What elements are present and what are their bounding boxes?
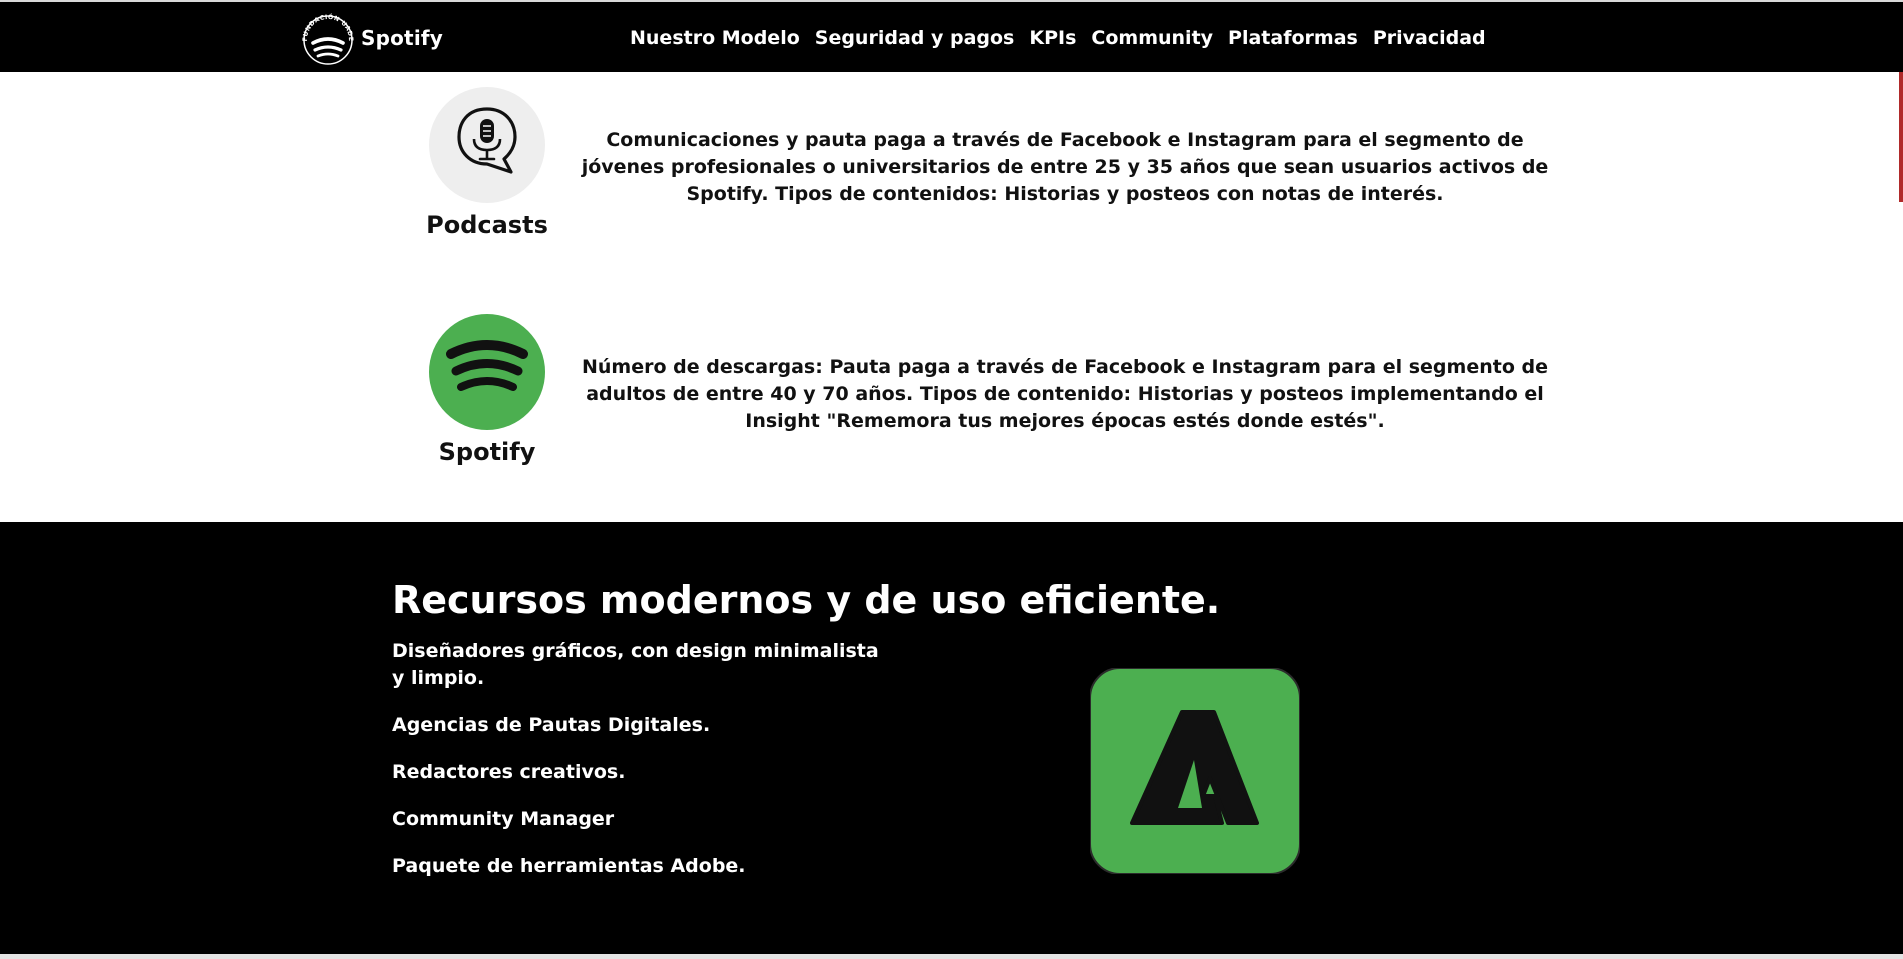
fundacion-uade-logo-icon: FUNDACIÓN UADE: [302, 12, 354, 65]
nav-item: Nuestro Modelo: [630, 27, 800, 49]
adobe-icon: [1090, 668, 1300, 874]
edge-divider: [1899, 72, 1903, 202]
spotify-logo-svg: [446, 340, 528, 391]
channel-title-podcasts: Podcasts: [426, 211, 548, 239]
resources-title: Recursos modernos y de uso eficiente.: [392, 578, 1221, 622]
brand-name: Spotify: [361, 26, 444, 50]
main-nav: Nuestro Modelo Seguridad y pagos KPIs Co…: [630, 2, 1501, 74]
podcast-microphone-icon: [429, 87, 545, 203]
channels-section: Podcasts Comunicaciones y pauta paga a t…: [0, 72, 1903, 522]
resource-item: Agencias de Pautas Digitales.: [392, 714, 711, 736]
resource-item: Community Manager: [392, 808, 615, 830]
nav-item: Seguridad y pagos: [815, 27, 1015, 49]
nav-link-nuestro-modelo[interactable]: Nuestro Modelo: [630, 27, 800, 49]
nav-link-community[interactable]: Community: [1091, 27, 1213, 49]
nav-item: KPIs: [1029, 27, 1076, 49]
resource-item: Paquete de herramientas Adobe.: [392, 855, 746, 877]
nav-link-seguridad-y-pagos[interactable]: Seguridad y pagos: [815, 27, 1015, 49]
podcast-microphone-svg: [457, 107, 517, 174]
channel-description-spotify: Número de descargas: Pauta paga a través…: [582, 356, 1548, 432]
bottom-edge-strip: [0, 954, 1903, 959]
resources-list: Diseñadores gráficos, con design minimal…: [392, 638, 882, 900]
top-navbar: FUNDACIÓN UADE Spotify Nuestro Modelo Se…: [0, 0, 1903, 72]
channel-title-spotify: Spotify: [438, 438, 536, 466]
nav-item: Privacidad: [1373, 27, 1486, 49]
nav-link-kpis[interactable]: KPIs: [1029, 27, 1076, 49]
resource-item: Redactores creativos.: [392, 761, 626, 783]
spotify-logo-icon: [429, 314, 545, 430]
nav-link-plataformas[interactable]: Plataformas: [1228, 27, 1358, 49]
nav-item: Community: [1091, 27, 1213, 49]
brand-link[interactable]: FUNDACIÓN UADE Spotify: [300, 10, 443, 66]
page: FUNDACIÓN UADE Spotify Nuestro Modelo Se…: [0, 0, 1903, 959]
nav-link-privacidad[interactable]: Privacidad: [1373, 27, 1486, 49]
nav-item: Plataformas: [1228, 27, 1358, 49]
channel-description-podcasts: Comunicaciones y pauta paga a través de …: [581, 129, 1549, 205]
resource-item: Diseñadores gráficos, con design minimal…: [392, 640, 879, 689]
resources-section: Recursos modernos y de uso eficiente. Di…: [0, 522, 1903, 954]
